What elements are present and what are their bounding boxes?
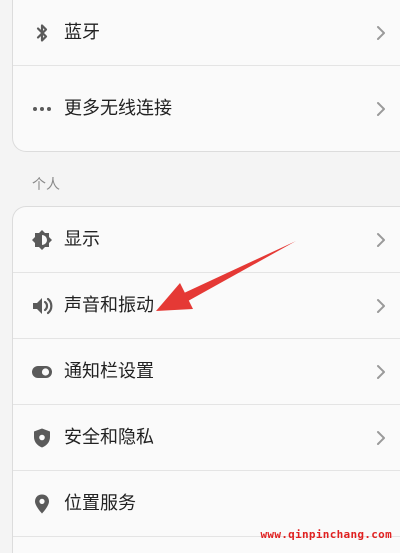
chevron-right-icon bbox=[377, 431, 385, 445]
settings-item-sound-vibration[interactable]: 声音和振动 bbox=[13, 273, 400, 339]
chevron-right-icon bbox=[377, 26, 385, 40]
settings-item-label: 声音和振动 bbox=[64, 295, 154, 316]
settings-item-label: 显示 bbox=[64, 229, 100, 250]
display-icon bbox=[31, 229, 53, 251]
chevron-right-icon bbox=[377, 233, 385, 247]
section-label-personal: 个人 bbox=[32, 177, 60, 193]
settings-item-notification-bar[interactable]: 通知栏设置 bbox=[13, 339, 400, 405]
settings-item-label: 通知栏设置 bbox=[64, 361, 154, 382]
location-pin-icon bbox=[31, 493, 53, 515]
connectivity-card: 蓝牙 更多无线连接 bbox=[12, 0, 400, 152]
settings-item-display[interactable]: 显示 bbox=[13, 207, 400, 273]
settings-item-label: 更多无线连接 bbox=[64, 98, 172, 119]
settings-screen: 蓝牙 更多无线连接 个人 显示 声音和振动 通知栏设置 安全和隐私 位置服务 w… bbox=[0, 0, 400, 553]
more-dots-icon bbox=[31, 98, 53, 120]
chevron-right-icon bbox=[377, 365, 385, 379]
notification-toggle-icon bbox=[31, 361, 53, 383]
settings-item-label: 蓝牙 bbox=[64, 22, 100, 43]
bluetooth-icon bbox=[31, 22, 53, 44]
settings-item-bluetooth[interactable]: 蓝牙 bbox=[13, 0, 400, 66]
shield-icon bbox=[31, 427, 53, 449]
settings-item-more-wireless[interactable]: 更多无线连接 bbox=[13, 76, 400, 142]
sound-icon bbox=[31, 295, 53, 317]
chevron-right-icon bbox=[377, 299, 385, 313]
settings-item-security-privacy[interactable]: 安全和隐私 bbox=[13, 405, 400, 471]
settings-item-label: 安全和隐私 bbox=[64, 427, 154, 448]
watermark-text: www.qinpinchang.com bbox=[260, 528, 392, 541]
settings-item-label: 位置服务 bbox=[64, 493, 136, 514]
chevron-right-icon bbox=[377, 102, 385, 116]
personal-card: 显示 声音和振动 通知栏设置 安全和隐私 位置服务 bbox=[12, 206, 400, 553]
